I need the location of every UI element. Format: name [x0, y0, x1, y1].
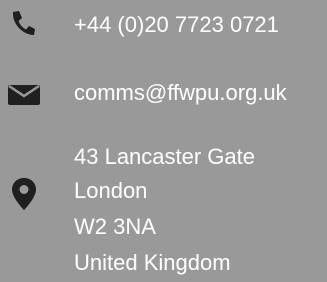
address-line-postcode: W2 3NA — [74, 214, 156, 239]
address-line-street: 43 Lancaster Gate — [74, 144, 256, 169]
address-line-country: United Kingdom — [74, 250, 231, 275]
phone-contact-row[interactable]: +44 (0)20 7723 0721 — [0, 0, 327, 50]
email-address-link[interactable]: comms@ffwpu.org.uk — [74, 76, 287, 110]
envelope-icon — [8, 83, 40, 107]
phone-number-link[interactable]: +44 (0)20 7723 0721 — [74, 8, 279, 42]
address-contact-row: 43 Lancaster Gate London W2 3NA United K… — [0, 130, 327, 282]
email-contact-row[interactable]: comms@ffwpu.org.uk — [0, 70, 327, 116]
map-pin-icon — [12, 178, 36, 210]
address-line-city: London — [74, 178, 148, 203]
phone-icon — [10, 10, 36, 36]
